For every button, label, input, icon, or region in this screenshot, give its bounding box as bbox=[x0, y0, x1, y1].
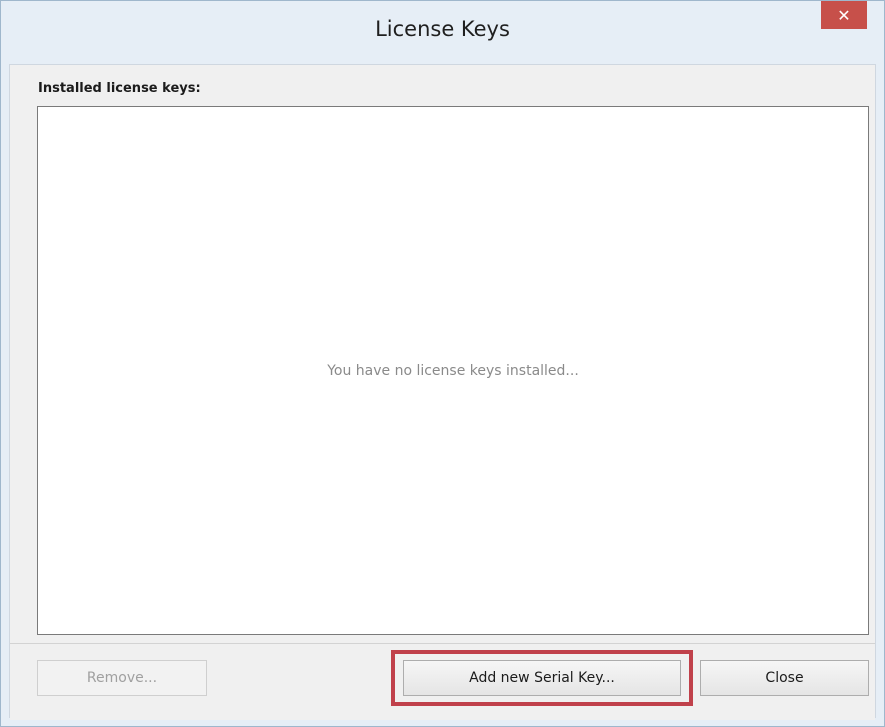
license-keys-window: License Keys ✕ Installed license keys: Y… bbox=[0, 0, 885, 727]
title-bar: License Keys ✕ bbox=[9, 1, 876, 59]
remove-button[interactable]: Remove... bbox=[37, 660, 207, 696]
window-close-button[interactable]: ✕ bbox=[821, 1, 867, 29]
license-keys-list[interactable]: You have no license keys installed... bbox=[37, 106, 869, 635]
add-serial-key-button[interactable]: Add new Serial Key... bbox=[403, 660, 681, 696]
dialog-content: Installed license keys: You have no lice… bbox=[9, 64, 876, 720]
window-title: License Keys bbox=[375, 17, 510, 41]
button-bar: Remove... Add new Serial Key... Close bbox=[10, 643, 875, 720]
installed-keys-label: Installed license keys: bbox=[38, 81, 201, 96]
close-icon: ✕ bbox=[837, 5, 851, 25]
empty-list-message: You have no license keys installed... bbox=[327, 363, 579, 379]
close-button[interactable]: Close bbox=[700, 660, 869, 696]
